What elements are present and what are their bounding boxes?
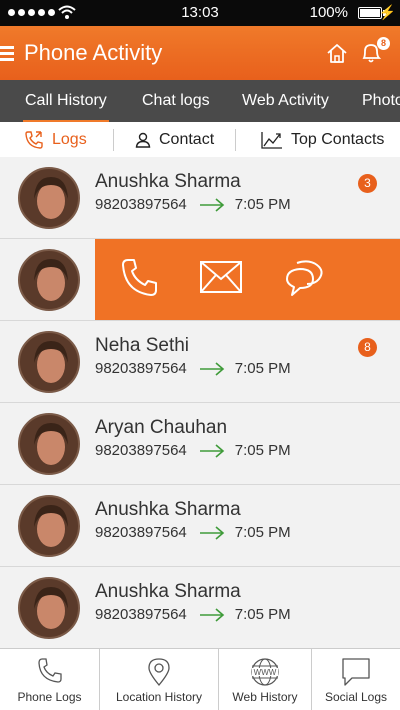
sub-tabs: Logs Contact Top Contacts	[0, 122, 400, 158]
call-log-row[interactable]: Aryan Chauhan 98203897564 7:05 PM	[0, 403, 400, 485]
nav-web-history[interactable]: WWW Web History	[219, 649, 311, 710]
subtab-divider	[113, 129, 114, 151]
subtab-top-contacts-label: Top Contacts	[291, 131, 385, 148]
call-count-badge: 3	[358, 174, 377, 193]
outgoing-arrow-icon	[199, 525, 225, 540]
avatar	[18, 167, 80, 229]
call-meta: 98203897564 7:05 PM	[95, 524, 291, 541]
tab-call-history[interactable]: Call History	[23, 92, 109, 122]
nav-label: Location History	[115, 690, 203, 704]
subtab-contact[interactable]: Contact	[135, 122, 214, 158]
tab-photo[interactable]: Photo	[362, 92, 400, 110]
battery-percent: 100%	[309, 4, 348, 21]
phone-number: 98203897564	[95, 606, 187, 623]
speech-bubble-icon	[312, 657, 400, 687]
call-log-row[interactable]: Anushka Sharma 98203897564 7:05 PM 3	[0, 157, 400, 239]
call-count-badge: 8	[358, 338, 377, 357]
contact-name: Aryan Chauhan	[95, 417, 228, 438]
phone-number: 98203897564	[95, 524, 187, 541]
avatar	[18, 331, 80, 393]
bottom-nav: Phone Logs Location History WWW Web Hist…	[0, 648, 400, 710]
svg-text:WWW: WWW	[254, 668, 277, 677]
outgoing-arrow-icon	[199, 197, 225, 212]
app-header: Phone Activity 8	[0, 26, 400, 80]
call-log-row[interactable]: Anushka Sharma 98203897564 7:05 PM	[0, 485, 400, 567]
mail-icon[interactable]	[199, 257, 243, 297]
chat-icon[interactable]	[283, 257, 327, 301]
contact-name: Anushka Sharma	[95, 499, 241, 520]
globe-www-icon: WWW	[219, 657, 311, 687]
charging-icon: ⚡	[378, 4, 396, 20]
outgoing-arrow-icon	[199, 607, 225, 622]
status-bar: 13:03 100% ⚡	[0, 0, 400, 26]
subtab-divider	[235, 129, 236, 151]
nav-label: Phone Logs	[17, 690, 82, 704]
phone-number: 98203897564	[95, 442, 187, 459]
nav-label: Social Logs	[324, 690, 388, 704]
nav-location-history[interactable]: Location History	[100, 649, 218, 710]
nav-phone-logs[interactable]: Phone Logs	[0, 649, 99, 710]
call-meta: 98203897564 7:05 PM	[95, 606, 291, 623]
tab-web-activity[interactable]: Web Activity	[242, 92, 329, 110]
call-meta: 98203897564 7:05 PM	[95, 442, 291, 459]
nav-label: Web History	[232, 690, 298, 704]
call-time: 7:05 PM	[234, 360, 291, 377]
location-pin-icon	[100, 657, 218, 687]
subtab-top-contacts[interactable]: Top Contacts	[261, 122, 384, 158]
call-log-row-swiped[interactable]	[0, 239, 400, 321]
phone-number: 98203897564	[95, 196, 187, 213]
outgoing-arrow-icon	[199, 361, 225, 376]
subtab-logs[interactable]: Logs	[24, 122, 87, 158]
contact-name: Neha Sethi	[95, 335, 190, 356]
phone-icon	[0, 657, 99, 685]
call-time: 7:05 PM	[234, 606, 291, 623]
call-log-row[interactable]: Anushka Sharma 98203897564 7:05 PM	[0, 567, 400, 649]
call-time: 7:05 PM	[234, 442, 291, 459]
contact-name: Anushka Sharma	[95, 171, 241, 192]
person-icon	[135, 132, 151, 148]
menu-icon[interactable]	[0, 46, 14, 61]
call-time: 7:05 PM	[234, 524, 291, 541]
phone-icon[interactable]	[120, 257, 160, 299]
notification-badge: 8	[377, 37, 390, 50]
avatar	[18, 413, 80, 475]
phone-number: 98203897564	[95, 360, 187, 377]
tab-chat-logs[interactable]: Chat logs	[142, 92, 210, 110]
call-time: 7:05 PM	[234, 196, 291, 213]
call-meta: 98203897564 7:05 PM	[95, 196, 291, 213]
outgoing-arrow-icon	[199, 443, 225, 458]
call-meta: 98203897564 7:05 PM	[95, 360, 291, 377]
subtab-logs-label: Logs	[52, 131, 87, 148]
avatar	[18, 577, 80, 639]
avatar	[18, 249, 80, 311]
contact-name: Anushka Sharma	[95, 581, 241, 602]
tab-bar: Call History Chat logs Web Activity Phot…	[0, 80, 400, 122]
home-icon[interactable]	[326, 42, 348, 64]
avatar	[18, 495, 80, 557]
nav-social-logs[interactable]: Social Logs	[312, 649, 400, 710]
page-title: Phone Activity	[24, 40, 163, 65]
phone-log-icon	[24, 130, 44, 150]
subtab-contact-label: Contact	[159, 131, 215, 148]
trend-chart-icon	[261, 131, 283, 149]
call-log-row[interactable]: Neha Sethi 98203897564 7:05 PM 8	[0, 321, 400, 403]
swipe-actions	[95, 239, 400, 320]
